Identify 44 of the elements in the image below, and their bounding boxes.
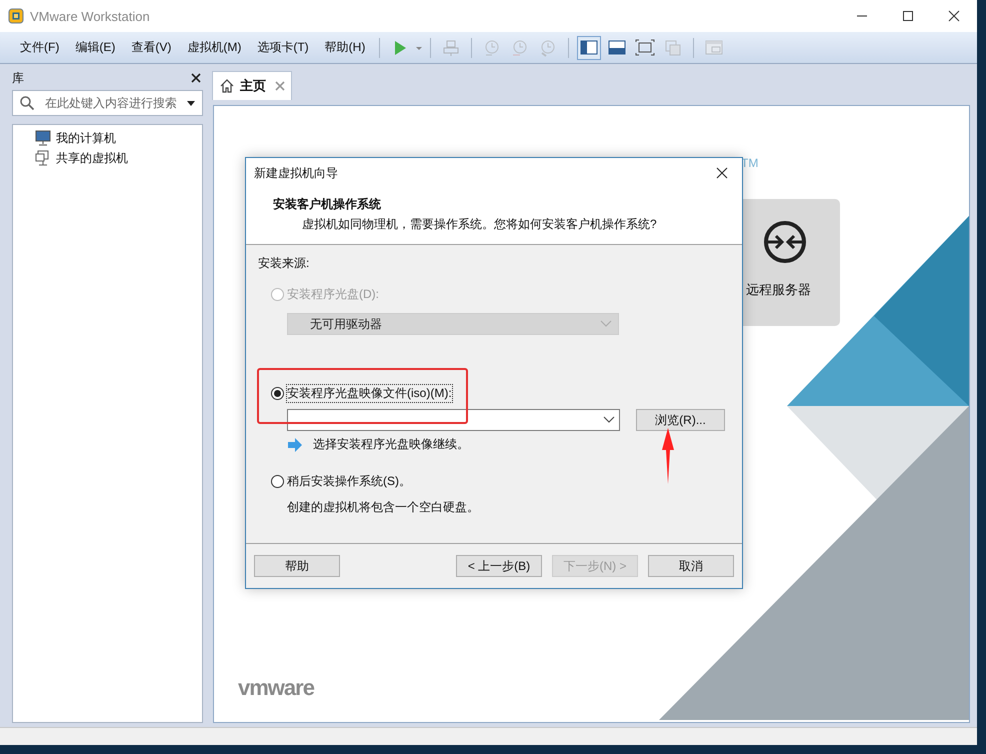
menu-item[interactable]: 编辑(E) — [67, 39, 124, 56]
panel-title: 库 — [12, 70, 24, 86]
file-path-field[interactable] — [287, 409, 620, 431]
caret-icon[interactable] — [186, 98, 196, 108]
tree-item[interactable]: 共享的虚拟机 — [56, 150, 128, 166]
hint-text: 选择安装程序光盘映像继续。 — [313, 436, 469, 453]
tree-item[interactable]: 我的计算机 — [56, 130, 116, 146]
dialog-heading: 安装客户机操作系统 — [273, 196, 382, 213]
section-label: 安装来源: — [258, 255, 310, 272]
radio-button[interactable] — [271, 475, 284, 488]
close-icon[interactable] — [948, 10, 960, 22]
trademark-text: TM — [741, 156, 758, 170]
home-tab[interactable]: 主页 — [212, 71, 292, 100]
menu-item[interactable]: 文件(F) — [12, 39, 68, 56]
maximize-icon[interactable] — [902, 10, 914, 22]
app-logo-icon — [8, 8, 24, 24]
close-icon[interactable] — [716, 167, 728, 179]
back-button[interactable]: < 上一步(B) — [456, 555, 542, 577]
shared-computer-icon — [35, 150, 51, 166]
menu-item[interactable]: 虚拟机(M) — [179, 39, 250, 56]
search-box[interactable]: 在此处键入内容进行搜索 — [12, 90, 203, 116]
option-note: 创建的虚拟机将包含一个空白硬盘。 — [287, 499, 480, 516]
sidebar-icon[interactable] — [577, 36, 602, 60]
search-icon — [19, 95, 35, 111]
window-title: VMware Workstation — [30, 8, 150, 24]
close-button[interactable] — [191, 73, 201, 83]
menu-item[interactable]: 选项卡(T) — [249, 39, 317, 56]
connect-icon — [762, 219, 808, 265]
dialog-subheading: 虚拟机如同物理机，需要操作系统。您将如何安装客户机操作系统? — [302, 216, 658, 233]
radio-label[interactable]: 安装程序光盘映像文件(iso)(M): — [287, 385, 452, 402]
vmware-logo: vmware — [238, 675, 314, 701]
home-icon — [219, 78, 235, 94]
search-field[interactable]: 在此处键入内容进行搜索 — [43, 95, 178, 111]
dialog-title: 新建虚拟机向导 — [254, 164, 338, 182]
arrow-right-icon — [287, 438, 303, 452]
menu-item[interactable]: 查看(V) — [123, 39, 180, 56]
computer-icon — [35, 130, 51, 146]
cancel-button[interactable]: 取消 — [648, 555, 734, 577]
radio-label[interactable]: 稍后安装操作系统(S)。 — [287, 473, 411, 490]
menu-item[interactable]: 帮助(H) — [316, 39, 374, 56]
radio-button[interactable] — [271, 387, 284, 400]
browse-button[interactable]: 浏览(R)... — [636, 409, 725, 431]
help-button[interactable]: 帮助 — [254, 555, 340, 577]
caret-icon[interactable] — [603, 416, 615, 424]
